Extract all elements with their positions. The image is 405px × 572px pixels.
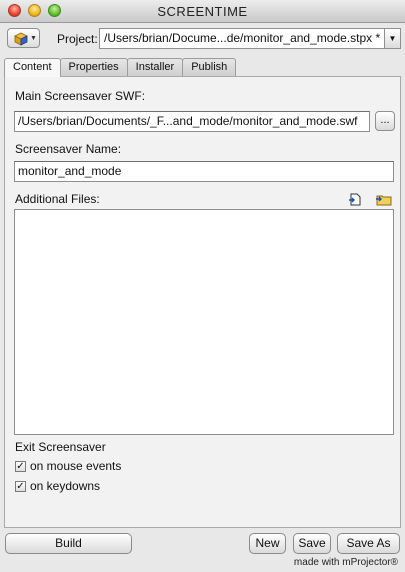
cube-icon xyxy=(14,32,28,49)
save-button[interactable]: Save xyxy=(293,533,331,554)
build-button[interactable]: Build xyxy=(5,533,132,554)
project-menu-button[interactable]: ▼ xyxy=(7,28,40,48)
exit-screensaver-label: Exit Screensaver xyxy=(15,440,106,454)
project-label: Project: xyxy=(57,32,98,46)
add-folder-icon[interactable] xyxy=(376,193,392,209)
add-file-icon[interactable] xyxy=(349,193,361,209)
tab-content[interactable]: Content xyxy=(4,58,61,77)
tab-bar: Content Properties Installer Publish xyxy=(4,58,237,77)
save-as-button[interactable]: Save As xyxy=(337,533,400,554)
tab-properties[interactable]: Properties xyxy=(59,58,128,76)
additional-files-list[interactable] xyxy=(14,209,394,435)
window-title: SCREENTIME xyxy=(157,4,248,19)
browse-swf-button[interactable]: ... xyxy=(375,111,395,131)
chevron-down-icon: ▼ xyxy=(388,34,397,43)
chevron-down-icon: ▼ xyxy=(30,35,37,42)
checkmark-icon: ✓ xyxy=(16,461,25,472)
tab-publish[interactable]: Publish xyxy=(182,58,237,76)
screensaver-name-label: Screensaver Name: xyxy=(15,142,122,156)
made-with-footer: made with mProjector® xyxy=(293,557,398,568)
new-button[interactable]: New xyxy=(249,533,286,554)
additional-files-label: Additional Files: xyxy=(15,192,100,206)
title-bar: SCREENTIME xyxy=(0,0,405,23)
mouse-events-checkbox[interactable]: ✓ xyxy=(15,461,26,472)
screensaver-name-field[interactable]: monitor_and_mode xyxy=(14,161,394,182)
project-path-select[interactable]: /Users/brian/Docume...de/monitor_and_mod… xyxy=(99,28,385,49)
tab-installer[interactable]: Installer xyxy=(126,58,184,76)
project-dropdown-button[interactable]: ▼ xyxy=(384,28,401,49)
main-swf-label: Main Screensaver SWF: xyxy=(15,89,146,103)
keydowns-label: on keydowns xyxy=(30,479,101,493)
main-swf-field[interactable]: /Users/brian/Documents/_F...and_mode/mon… xyxy=(14,111,370,132)
keydowns-checkbox[interactable]: ✓ xyxy=(15,481,26,492)
screentime-window: SCREENTIME ▼ Project: /Users/brian/Docum… xyxy=(0,0,405,572)
checkmark-icon: ✓ xyxy=(16,481,25,492)
mouse-events-label: on mouse events xyxy=(30,459,122,473)
